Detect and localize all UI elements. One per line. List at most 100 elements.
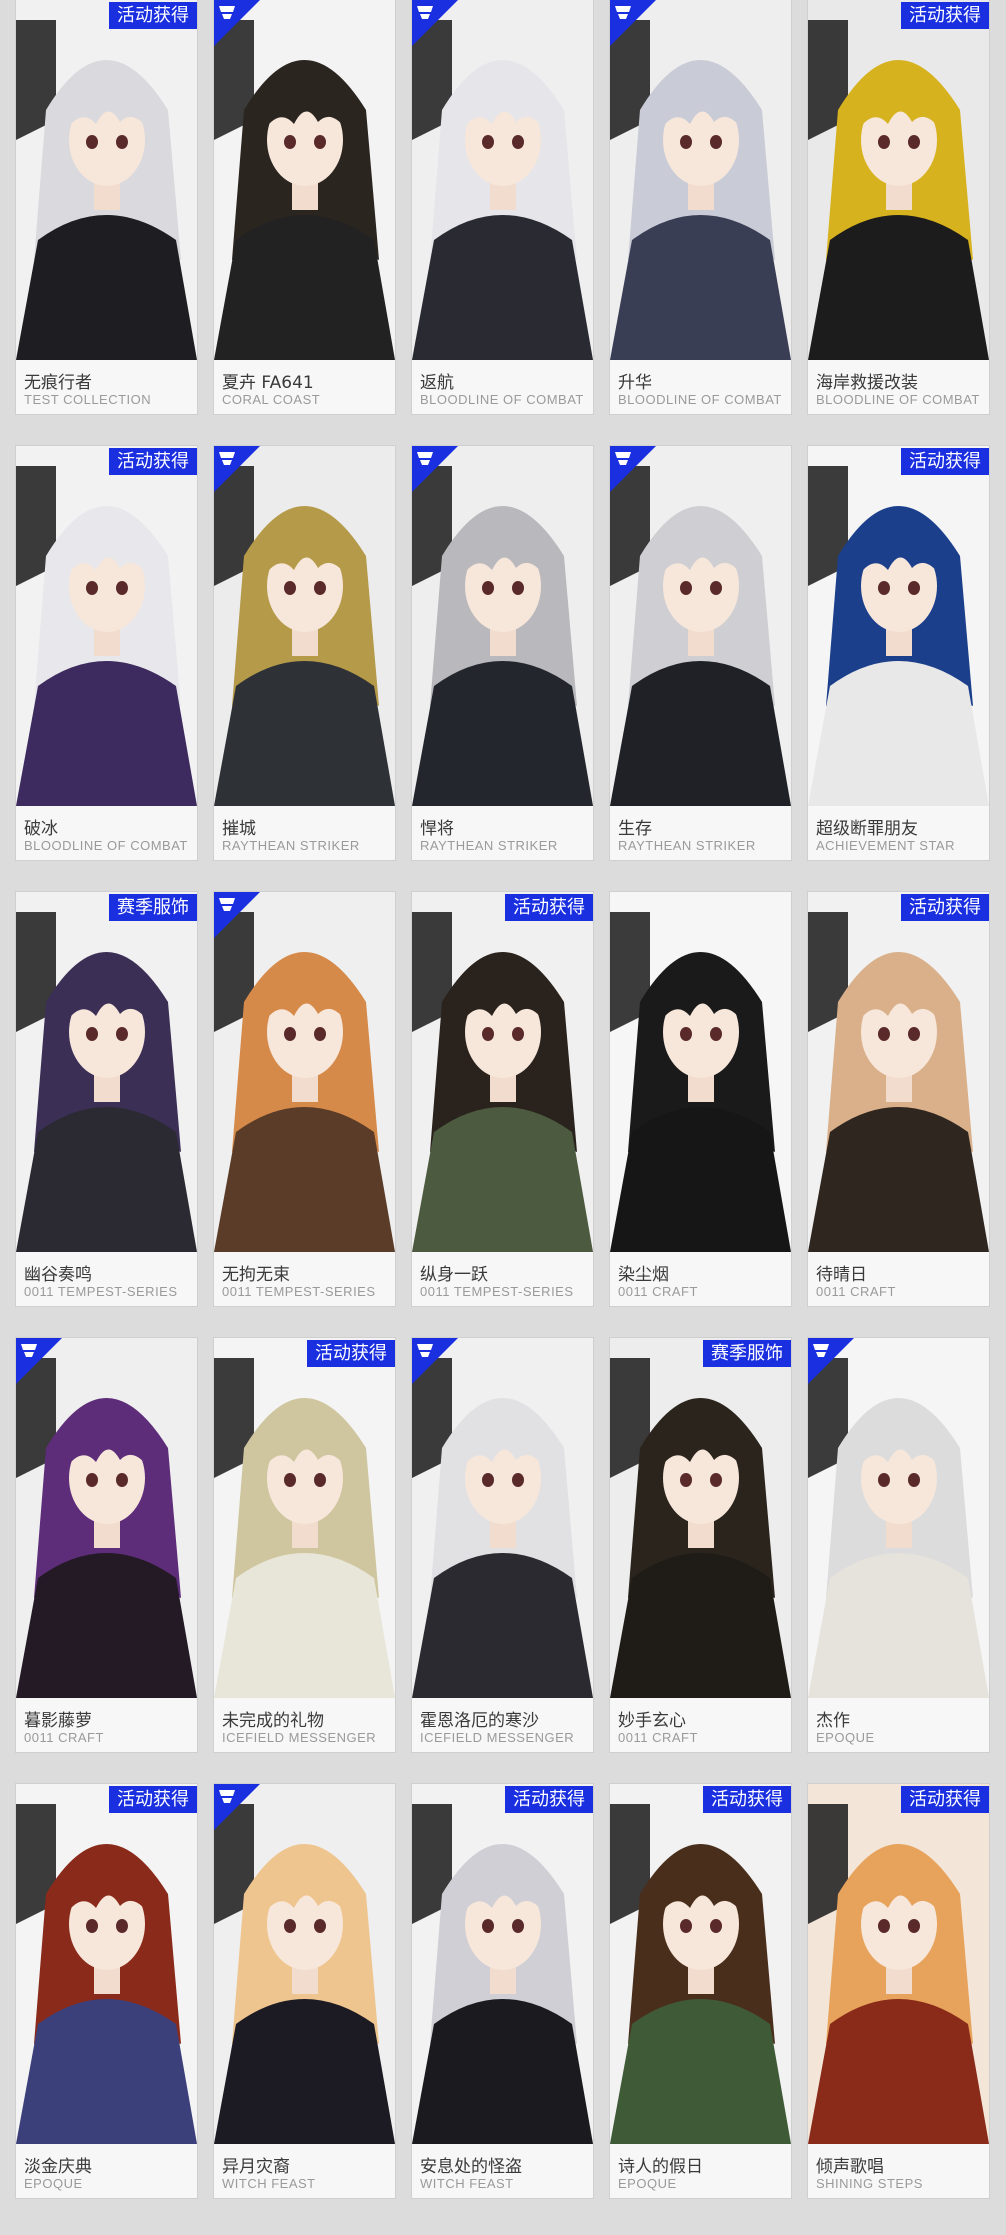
skin-card[interactable]: 活动获得 纵身一跃 0011 TEMPEST-SERIES xyxy=(412,892,593,1306)
skin-series: SHINING STEPS xyxy=(816,2176,923,2191)
brand-logo-icon xyxy=(417,6,433,19)
acquisition-badge: 活动获得 xyxy=(505,894,593,921)
skin-card[interactable]: 摧城 RAYTHEAN STRIKER xyxy=(214,446,395,860)
skin-artwork xyxy=(808,1784,989,2144)
skin-series: BLOODLINE OF COMBAT xyxy=(24,838,188,853)
brand-logo-icon xyxy=(615,6,631,19)
acquisition-badge: 活动获得 xyxy=(901,894,989,921)
skin-caption: 倾声歌唱 SHINING STEPS xyxy=(808,2144,989,2198)
skin-name: 超级断罪朋友 xyxy=(816,819,918,839)
acquisition-badge: 活动获得 xyxy=(307,1340,395,1367)
skin-series: BLOODLINE OF COMBAT xyxy=(420,392,584,407)
skin-card[interactable]: 赛季服饰 幽谷奏鸣 0011 TEMPEST-SERIES xyxy=(16,892,197,1306)
skin-name: 无拘无束 xyxy=(222,1265,290,1285)
skin-series: ICEFIELD MESSENGER xyxy=(222,1730,377,1745)
skin-name: 霍恩洛厄的寒沙 xyxy=(420,1711,539,1731)
skin-card[interactable]: 活动获得安息处的怪盗 WITCH FEAST xyxy=(412,1784,593,2198)
skin-name: 无痕行者 xyxy=(24,373,92,393)
skin-card[interactable]: 活动获得超级断罪朋友 ACHIEVEMENT STAR xyxy=(808,446,989,860)
skin-caption: 生存 RAYTHEAN STRIKER xyxy=(610,806,791,860)
skin-series: BLOODLINE OF COMBAT xyxy=(816,392,980,407)
skin-caption: 无痕行者 TEST COLLECTION xyxy=(16,360,197,414)
skin-card[interactable]: 异月灾裔 WITCH FEAST xyxy=(214,1784,395,2198)
skin-name: 暮影藤萝 xyxy=(24,1711,92,1731)
skin-card[interactable]: 悍将 RAYTHEAN STRIKER xyxy=(412,446,593,860)
skin-series: EPOQUE xyxy=(618,2176,677,2191)
brand-logo-icon xyxy=(219,1790,235,1803)
skin-series: TEST COLLECTION xyxy=(24,392,152,407)
skin-card[interactable]: 活动获得 待晴日 0011 CRAFT xyxy=(808,892,989,1306)
skin-card[interactable]: 活动获得倾声歌唱 SHINING STEPS xyxy=(808,1784,989,2198)
skin-caption: 破冰 BLOODLINE OF COMBAT xyxy=(16,806,197,860)
skin-card[interactable]: 活动获得诗人的假日 EPOQUE xyxy=(610,1784,791,2198)
acquisition-badge: 活动获得 xyxy=(901,1786,989,1813)
skin-artwork xyxy=(808,892,989,1252)
skin-caption: 诗人的假日 EPOQUE xyxy=(610,2144,791,2198)
skin-artwork xyxy=(214,1338,395,1698)
skin-name: 染尘烟 xyxy=(618,1265,669,1285)
acquisition-badge: 活动获得 xyxy=(901,2,989,29)
skin-artwork xyxy=(16,0,197,360)
brand-logo-icon xyxy=(219,452,235,465)
skin-name: 海岸救援改装 xyxy=(816,373,918,393)
skin-series: 0011 CRAFT xyxy=(618,1730,698,1745)
skin-series: 0011 CRAFT xyxy=(24,1730,104,1745)
skin-name: 妙手玄心 xyxy=(618,1711,686,1731)
acquisition-badge: 赛季服饰 xyxy=(703,1340,791,1367)
brand-logo-icon xyxy=(21,1344,37,1357)
skin-card[interactable]: 活动获得未完成的礼物 ICEFIELD MESSENGER xyxy=(214,1338,395,1752)
skin-card[interactable]: 杰作 EPOQUE xyxy=(808,1338,989,1752)
skin-card[interactable]: 活动获得 淡金庆典 EPOQUE xyxy=(16,1784,197,2198)
acquisition-badge: 赛季服饰 xyxy=(109,894,197,921)
brand-logo-icon xyxy=(219,898,235,911)
skin-name: 悍将 xyxy=(420,819,454,839)
skin-caption: 悍将 RAYTHEAN STRIKER xyxy=(412,806,593,860)
skin-name: 诗人的假日 xyxy=(618,2157,703,2177)
skin-caption: 超级断罪朋友 ACHIEVEMENT STAR xyxy=(808,806,989,860)
skin-series: RAYTHEAN STRIKER xyxy=(618,838,756,853)
acquisition-badge: 活动获得 xyxy=(109,2,197,29)
skin-card[interactable]: 活动获得海岸救援改装 BLOODLINE OF COMBAT xyxy=(808,0,989,414)
acquisition-badge: 活动获得 xyxy=(505,1786,593,1813)
skin-card[interactable]: 夏卉 FA641 CORAL COAST xyxy=(214,0,395,414)
skin-series: WITCH FEAST xyxy=(222,2176,316,2191)
skin-name: 淡金庆典 xyxy=(24,2157,92,2177)
skin-card[interactable]: 升华 BLOODLINE OF COMBAT xyxy=(610,0,791,414)
skin-card[interactable]: 染尘烟 0011 CRAFT xyxy=(610,892,791,1306)
acquisition-badge: 活动获得 xyxy=(109,448,197,475)
skin-artwork xyxy=(808,1338,989,1698)
skin-card[interactable]: 活动获得破冰 BLOODLINE OF COMBAT xyxy=(16,446,197,860)
skin-artwork xyxy=(16,446,197,806)
skin-name: 破冰 xyxy=(24,819,58,839)
brand-logo-icon xyxy=(417,452,433,465)
skin-caption: 安息处的怪盗 WITCH FEAST xyxy=(412,2144,593,2198)
acquisition-badge: 活动获得 xyxy=(703,1786,791,1813)
skin-card[interactable]: 返航 BLOODLINE OF COMBAT xyxy=(412,0,593,414)
skin-card[interactable]: 无拘无束 0011 TEMPEST-SERIES xyxy=(214,892,395,1306)
skin-series: ICEFIELD MESSENGER xyxy=(420,1730,575,1745)
skin-artwork xyxy=(16,1784,197,2144)
skin-caption: 无拘无束 0011 TEMPEST-SERIES xyxy=(214,1252,395,1306)
skin-caption: 淡金庆典 EPOQUE xyxy=(16,2144,197,2198)
skin-card[interactable]: 霍恩洛厄的寒沙 ICEFIELD MESSENGER xyxy=(412,1338,593,1752)
skin-series: RAYTHEAN STRIKER xyxy=(420,838,558,853)
skin-caption: 染尘烟 0011 CRAFT xyxy=(610,1252,791,1306)
skin-name: 未完成的礼物 xyxy=(222,1711,324,1731)
skin-artwork xyxy=(808,446,989,806)
skin-caption: 未完成的礼物 ICEFIELD MESSENGER xyxy=(214,1698,395,1752)
skin-series: BLOODLINE OF COMBAT xyxy=(618,392,782,407)
skin-card[interactable]: 活动获得无痕行者 TEST COLLECTION xyxy=(16,0,197,414)
skin-artwork xyxy=(412,0,593,360)
skin-artwork xyxy=(16,892,197,1252)
skin-card[interactable]: 暮影藤萝 0011 CRAFT xyxy=(16,1338,197,1752)
skin-caption: 海岸救援改装 BLOODLINE OF COMBAT xyxy=(808,360,989,414)
skin-artwork xyxy=(412,1338,593,1698)
skin-caption: 夏卉 FA641 CORAL COAST xyxy=(214,360,395,414)
skin-card[interactable]: 生存 RAYTHEAN STRIKER xyxy=(610,446,791,860)
skin-name: 杰作 xyxy=(816,1711,850,1731)
skin-card[interactable]: 赛季服饰妙手玄心 0011 CRAFT xyxy=(610,1338,791,1752)
skin-name: 安息处的怪盗 xyxy=(420,2157,522,2177)
skin-artwork xyxy=(610,0,791,360)
acquisition-badge: 活动获得 xyxy=(901,448,989,475)
skin-artwork xyxy=(610,1338,791,1698)
